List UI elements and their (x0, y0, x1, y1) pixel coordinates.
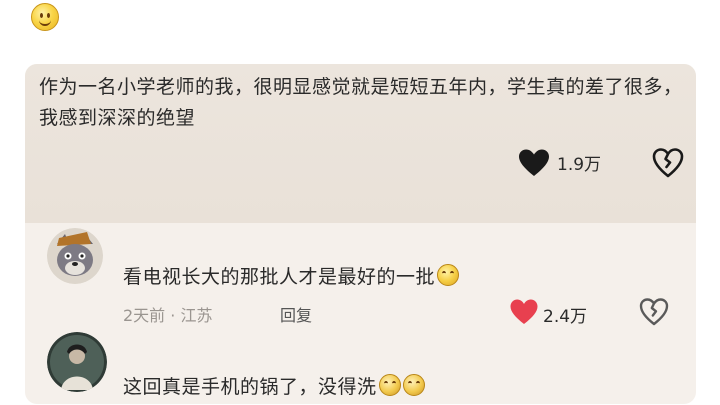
heart-icon[interactable] (518, 148, 550, 178)
broken-heart-icon[interactable] (652, 147, 684, 179)
avatar[interactable] (47, 228, 103, 284)
broken-heart-icon[interactable] (639, 297, 669, 327)
person-photo-avatar-icon (47, 332, 107, 392)
comment-text: 这回真是手机的锅了，没得洗 (123, 372, 425, 399)
comment-text: 看电视长大的那批人才是最好的一批 (123, 262, 460, 289)
comment-item: 这回真是手机的锅了，没得洗 (25, 332, 696, 404)
comment-screenshot-card: 作为一名小学老师的我，很明显感觉就是短短五年内，学生真的差了很多，我感到深深的绝… (25, 64, 696, 404)
reply-button[interactable]: 回复 (280, 302, 312, 326)
post-like-count: 1.9万 (557, 155, 602, 175)
wolf-avatar-icon (47, 228, 103, 284)
comment-like-count: 2.4万 (543, 307, 588, 327)
post: 作为一名小学老师的我，很明显感觉就是短短五年内，学生真的差了很多，我感到深深的绝… (25, 64, 696, 223)
heart-liked-icon[interactable] (509, 298, 539, 326)
comment-item: 看电视长大的那批人才是最好的一批 2天前 · 江苏 回复 2.4万 (25, 224, 696, 342)
avatar[interactable] (47, 332, 107, 392)
laugh-cry-emoji-icon (437, 264, 460, 286)
crying-emoji-icon (378, 374, 401, 396)
comment-time-location: 2天前 · 江苏 (123, 306, 213, 325)
smile-emoji-icon (31, 3, 59, 31)
crying-emoji-icon (402, 374, 425, 396)
post-text: 作为一名小学老师的我，很明显感觉就是短短五年内，学生真的差了很多，我感到深深的绝… (39, 76, 683, 129)
